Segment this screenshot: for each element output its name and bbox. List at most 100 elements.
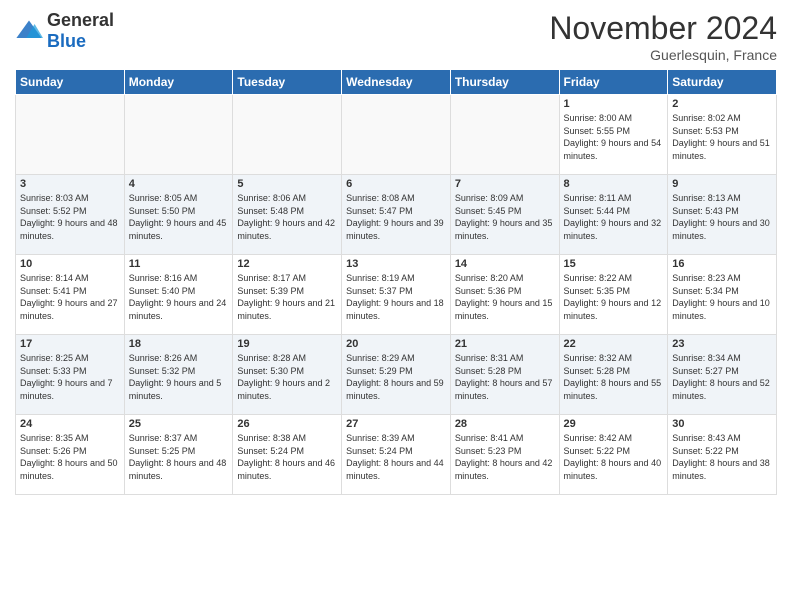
table-row: 21Sunrise: 8:31 AMSunset: 5:28 PMDayligh… bbox=[450, 335, 559, 415]
day-info: Sunrise: 8:37 AMSunset: 5:25 PMDaylight:… bbox=[129, 432, 229, 482]
table-row: 9 Sunrise: 8:13 AMSunset: 5:43 PMDaylight… bbox=[668, 175, 777, 255]
table-row bbox=[450, 95, 559, 175]
table-row bbox=[124, 95, 233, 175]
table-row: 4Sunrise: 8:05 AMSunset: 5:50 PMDaylight… bbox=[124, 175, 233, 255]
day-number: 9 bbox=[672, 178, 772, 190]
day-info: Sunrise: 8:20 AMSunset: 5:36 PMDaylight:… bbox=[455, 272, 555, 322]
day-number: 22 bbox=[564, 338, 664, 350]
table-row: 23Sunrise: 8:34 AMSunset: 5:27 PMDayligh… bbox=[668, 335, 777, 415]
day-number: 3 bbox=[20, 178, 120, 190]
day-info: Sunrise: 8:28 AMSunset: 5:30 PMDaylight:… bbox=[237, 352, 337, 402]
table-row: 5 Sunrise: 8:06 AMSunset: 5:48 PMDaylight… bbox=[233, 175, 342, 255]
week-row: 1 Sunrise: 8:00 AMSunset: 5:55 PMDaylight… bbox=[16, 95, 777, 175]
day-number: 24 bbox=[20, 418, 120, 430]
day-number: 30 bbox=[672, 418, 772, 430]
day-info: Sunrise: 8:17 AMSunset: 5:39 PMDaylight:… bbox=[237, 272, 337, 322]
day-info: Sunrise: 8:02 AMSunset: 5:53 PMDaylight:… bbox=[672, 112, 772, 162]
table-row: 28 Sunrise: 8:41 AMSunset: 5:23 PMDayligh… bbox=[450, 415, 559, 495]
day-number: 18 bbox=[129, 338, 229, 350]
col-wednesday: Wednesday bbox=[342, 70, 451, 95]
day-info: Sunrise: 8:00 AMSunset: 5:55 PMDaylight:… bbox=[564, 112, 664, 162]
day-info: Sunrise: 8:16 AMSunset: 5:40 PMDaylight:… bbox=[129, 272, 229, 322]
day-number: 10 bbox=[20, 258, 120, 270]
col-tuesday: Tuesday bbox=[233, 70, 342, 95]
day-number: 20 bbox=[346, 338, 446, 350]
day-number: 21 bbox=[455, 338, 555, 350]
day-info: Sunrise: 8:39 AMSunset: 5:24 PMDaylight:… bbox=[346, 432, 446, 482]
calendar-table: Sunday Monday Tuesday Wednesday Thursday… bbox=[15, 69, 777, 495]
calendar-body: 1 Sunrise: 8:00 AMSunset: 5:55 PMDaylight… bbox=[16, 95, 777, 495]
table-row: 29Sunrise: 8:42 AMSunset: 5:22 PMDayligh… bbox=[559, 415, 668, 495]
day-number: 6 bbox=[346, 178, 446, 190]
table-row bbox=[16, 95, 125, 175]
day-info: Sunrise: 8:11 AMSunset: 5:44 PMDaylight:… bbox=[564, 192, 664, 242]
table-row: 15Sunrise: 8:22 AMSunset: 5:35 PMDayligh… bbox=[559, 255, 668, 335]
day-number: 28 bbox=[455, 418, 555, 430]
week-row: 24Sunrise: 8:35 AMSunset: 5:26 PMDayligh… bbox=[16, 415, 777, 495]
logo-general: General bbox=[47, 10, 114, 30]
day-info: Sunrise: 8:25 AMSunset: 5:33 PMDaylight:… bbox=[20, 352, 120, 402]
day-number: 2 bbox=[672, 98, 772, 110]
col-monday: Monday bbox=[124, 70, 233, 95]
day-info: Sunrise: 8:09 AMSunset: 5:45 PMDaylight:… bbox=[455, 192, 555, 242]
day-info: Sunrise: 8:26 AMSunset: 5:32 PMDaylight:… bbox=[129, 352, 229, 402]
table-row: 2 Sunrise: 8:02 AMSunset: 5:53 PMDaylight… bbox=[668, 95, 777, 175]
day-number: 17 bbox=[20, 338, 120, 350]
table-row: 13Sunrise: 8:19 AMSunset: 5:37 PMDayligh… bbox=[342, 255, 451, 335]
day-info: Sunrise: 8:32 AMSunset: 5:28 PMDaylight:… bbox=[564, 352, 664, 402]
week-row: 3Sunrise: 8:03 AMSunset: 5:52 PMDaylight… bbox=[16, 175, 777, 255]
day-info: Sunrise: 8:42 AMSunset: 5:22 PMDaylight:… bbox=[564, 432, 664, 482]
day-number: 26 bbox=[237, 418, 337, 430]
table-row: 25 Sunrise: 8:37 AMSunset: 5:25 PMDayligh… bbox=[124, 415, 233, 495]
day-info: Sunrise: 8:29 AMSunset: 5:29 PMDaylight:… bbox=[346, 352, 446, 402]
day-info: Sunrise: 8:38 AMSunset: 5:24 PMDaylight:… bbox=[237, 432, 337, 482]
page-container: General Blue November 2024 Guerlesquin, … bbox=[0, 0, 792, 505]
day-number: 1 bbox=[564, 98, 664, 110]
day-number: 4 bbox=[129, 178, 229, 190]
day-info: Sunrise: 8:41 AMSunset: 5:23 PMDaylight:… bbox=[455, 432, 555, 482]
table-row: 26 Sunrise: 8:38 AMSunset: 5:24 PMDayligh… bbox=[233, 415, 342, 495]
table-row: 12Sunrise: 8:17 AMSunset: 5:39 PMDayligh… bbox=[233, 255, 342, 335]
day-number: 5 bbox=[237, 178, 337, 190]
table-row: 10 Sunrise: 8:14 AMSunset: 5:41 PMDayligh… bbox=[16, 255, 125, 335]
day-number: 27 bbox=[346, 418, 446, 430]
table-row: 11 Sunrise: 8:16 AMSunset: 5:40 PMDayligh… bbox=[124, 255, 233, 335]
week-row: 10 Sunrise: 8:14 AMSunset: 5:41 PMDayligh… bbox=[16, 255, 777, 335]
title-section: November 2024 Guerlesquin, France bbox=[549, 10, 777, 63]
day-number: 8 bbox=[564, 178, 664, 190]
day-info: Sunrise: 8:43 AMSunset: 5:22 PMDaylight:… bbox=[672, 432, 772, 482]
table-row: 3Sunrise: 8:03 AMSunset: 5:52 PMDaylight… bbox=[16, 175, 125, 255]
col-saturday: Saturday bbox=[668, 70, 777, 95]
day-info: Sunrise: 8:23 AMSunset: 5:34 PMDaylight:… bbox=[672, 272, 772, 322]
day-info: Sunrise: 8:06 AMSunset: 5:48 PMDaylight:… bbox=[237, 192, 337, 242]
table-row: 1 Sunrise: 8:00 AMSunset: 5:55 PMDaylight… bbox=[559, 95, 668, 175]
table-row bbox=[233, 95, 342, 175]
table-row: 20 Sunrise: 8:29 AMSunset: 5:29 PMDayligh… bbox=[342, 335, 451, 415]
day-info: Sunrise: 8:13 AMSunset: 5:43 PMDaylight:… bbox=[672, 192, 772, 242]
logo-blue: Blue bbox=[47, 31, 86, 51]
table-row: 30 Sunrise: 8:43 AMSunset: 5:22 PMDayligh… bbox=[668, 415, 777, 495]
header-row: Sunday Monday Tuesday Wednesday Thursday… bbox=[16, 70, 777, 95]
day-info: Sunrise: 8:19 AMSunset: 5:37 PMDaylight:… bbox=[346, 272, 446, 322]
day-number: 25 bbox=[129, 418, 229, 430]
col-friday: Friday bbox=[559, 70, 668, 95]
week-row: 17 Sunrise: 8:25 AMSunset: 5:33 PMDayligh… bbox=[16, 335, 777, 415]
col-thursday: Thursday bbox=[450, 70, 559, 95]
day-number: 16 bbox=[672, 258, 772, 270]
location: Guerlesquin, France bbox=[549, 47, 777, 63]
day-info: Sunrise: 8:14 AMSunset: 5:41 PMDaylight:… bbox=[20, 272, 120, 322]
table-row: 22 Sunrise: 8:32 AMSunset: 5:28 PMDayligh… bbox=[559, 335, 668, 415]
table-row: 8 Sunrise: 8:11 AMSunset: 5:44 PMDaylight… bbox=[559, 175, 668, 255]
table-row: 27 Sunrise: 8:39 AMSunset: 5:24 PMDayligh… bbox=[342, 415, 451, 495]
table-row: 6 Sunrise: 8:08 AMSunset: 5:47 PMDaylight… bbox=[342, 175, 451, 255]
day-number: 11 bbox=[129, 258, 229, 270]
day-info: Sunrise: 8:22 AMSunset: 5:35 PMDaylight:… bbox=[564, 272, 664, 322]
day-number: 19 bbox=[237, 338, 337, 350]
table-row: 18 Sunrise: 8:26 AMSunset: 5:32 PMDayligh… bbox=[124, 335, 233, 415]
table-row: 17 Sunrise: 8:25 AMSunset: 5:33 PMDayligh… bbox=[16, 335, 125, 415]
logo-text: General Blue bbox=[47, 10, 114, 52]
day-info: Sunrise: 8:08 AMSunset: 5:47 PMDaylight:… bbox=[346, 192, 446, 242]
day-info: Sunrise: 8:34 AMSunset: 5:27 PMDaylight:… bbox=[672, 352, 772, 402]
day-number: 14 bbox=[455, 258, 555, 270]
col-sunday: Sunday bbox=[16, 70, 125, 95]
